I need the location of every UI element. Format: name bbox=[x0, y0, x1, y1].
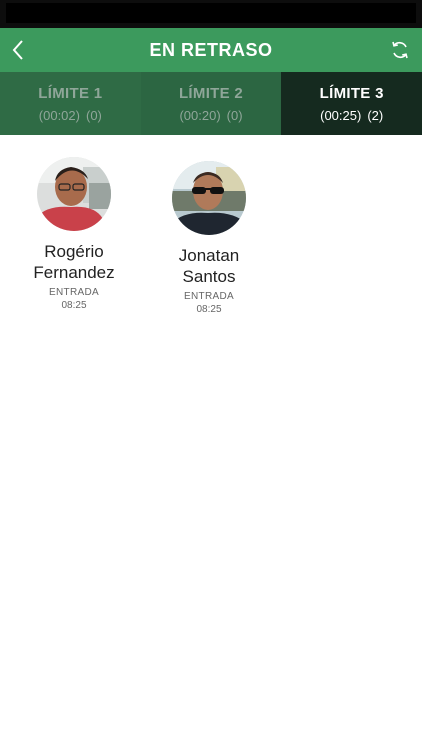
limit-tabs: LÍMITE 1 (00:02) (0) LÍMITE 2 (00:20) (0) … bbox=[0, 72, 422, 135]
tab-count: (0) bbox=[85, 107, 102, 123]
tab-limite-2[interactable]: LÍMITE 2 (00:20) (0) bbox=[140, 72, 282, 135]
tab-label: LÍMITE 2 bbox=[178, 84, 244, 102]
page-title: EN RETRASO bbox=[149, 40, 273, 60]
employee-first-name: Jonatan bbox=[178, 246, 240, 265]
entry-time: 08:25 bbox=[196, 304, 222, 315]
tab-time: (00:02) bbox=[38, 107, 80, 123]
employee-last-name: Santos bbox=[182, 267, 236, 286]
tab-info: (00:02) (0) bbox=[39, 108, 102, 123]
tab-time: (00:25) bbox=[320, 107, 362, 123]
tab-count: (2) bbox=[367, 107, 384, 123]
tab-count: (0) bbox=[226, 107, 243, 123]
employee-name: Jonatan Santos bbox=[142, 245, 276, 287]
status-bar-content bbox=[6, 3, 416, 23]
tab-label: LÍMITE 3 bbox=[319, 84, 384, 102]
nav-bar: EN RETRASO bbox=[0, 28, 422, 72]
employee-card[interactable]: Jonatan Santos ENTRADA 08:25 bbox=[142, 161, 276, 315]
tab-info: (00:25) (2) bbox=[320, 108, 383, 123]
refresh-icon bbox=[392, 41, 408, 59]
employee-card[interactable]: Rogério Fernandez ENTRADA 08:25 bbox=[7, 157, 141, 311]
refresh-button[interactable] bbox=[388, 38, 412, 62]
tab-time: (00:20) bbox=[179, 107, 221, 123]
entry-time: 08:25 bbox=[61, 300, 87, 311]
entry-label: ENTRADA bbox=[49, 287, 99, 298]
employee-last-name: Fernandez bbox=[33, 263, 115, 282]
tab-limite-3[interactable]: LÍMITE 3 (00:25) (2) bbox=[281, 72, 422, 135]
employee-first-name: Rogério bbox=[44, 242, 104, 261]
avatar bbox=[172, 161, 246, 235]
chevron-left-icon bbox=[12, 40, 23, 60]
status-bar bbox=[0, 0, 422, 28]
tab-info: (00:20) (0) bbox=[179, 108, 242, 123]
employee-name: Rogério Fernandez bbox=[7, 241, 141, 283]
entry-label: ENTRADA bbox=[184, 291, 234, 302]
tab-limite-1[interactable]: LÍMITE 1 (00:02) (0) bbox=[0, 72, 141, 135]
tab-label: LÍMITE 1 bbox=[38, 84, 103, 102]
back-button[interactable] bbox=[6, 36, 30, 64]
avatar bbox=[37, 157, 111, 231]
